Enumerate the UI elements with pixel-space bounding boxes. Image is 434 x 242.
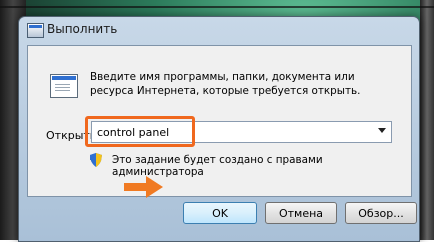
run-dialog-window: Выполнить Введите имя программы, папки, …	[18, 16, 420, 242]
dialog-description: Введите имя программы, папки, документа …	[90, 71, 361, 97]
pointer-arrow-icon	[124, 176, 163, 198]
background-cable	[0, 6, 434, 8]
run-program-icon	[50, 74, 78, 98]
title-bar[interactable]: Выполнить	[19, 17, 419, 43]
window-title: Выполнить	[47, 22, 118, 36]
browse-button[interactable]: Обзор...	[345, 202, 417, 224]
dropdown-arrow-icon[interactable]	[378, 128, 386, 133]
admin-shield-icon	[90, 153, 102, 167]
cancel-button[interactable]: Отмена	[265, 202, 337, 224]
window-icon	[27, 23, 44, 38]
input-highlight-box	[85, 116, 195, 147]
dialog-content: Введите имя программы, папки, документа …	[27, 45, 412, 197]
background-pole-right	[420, 0, 434, 240]
ok-button[interactable]: OK	[183, 202, 257, 224]
